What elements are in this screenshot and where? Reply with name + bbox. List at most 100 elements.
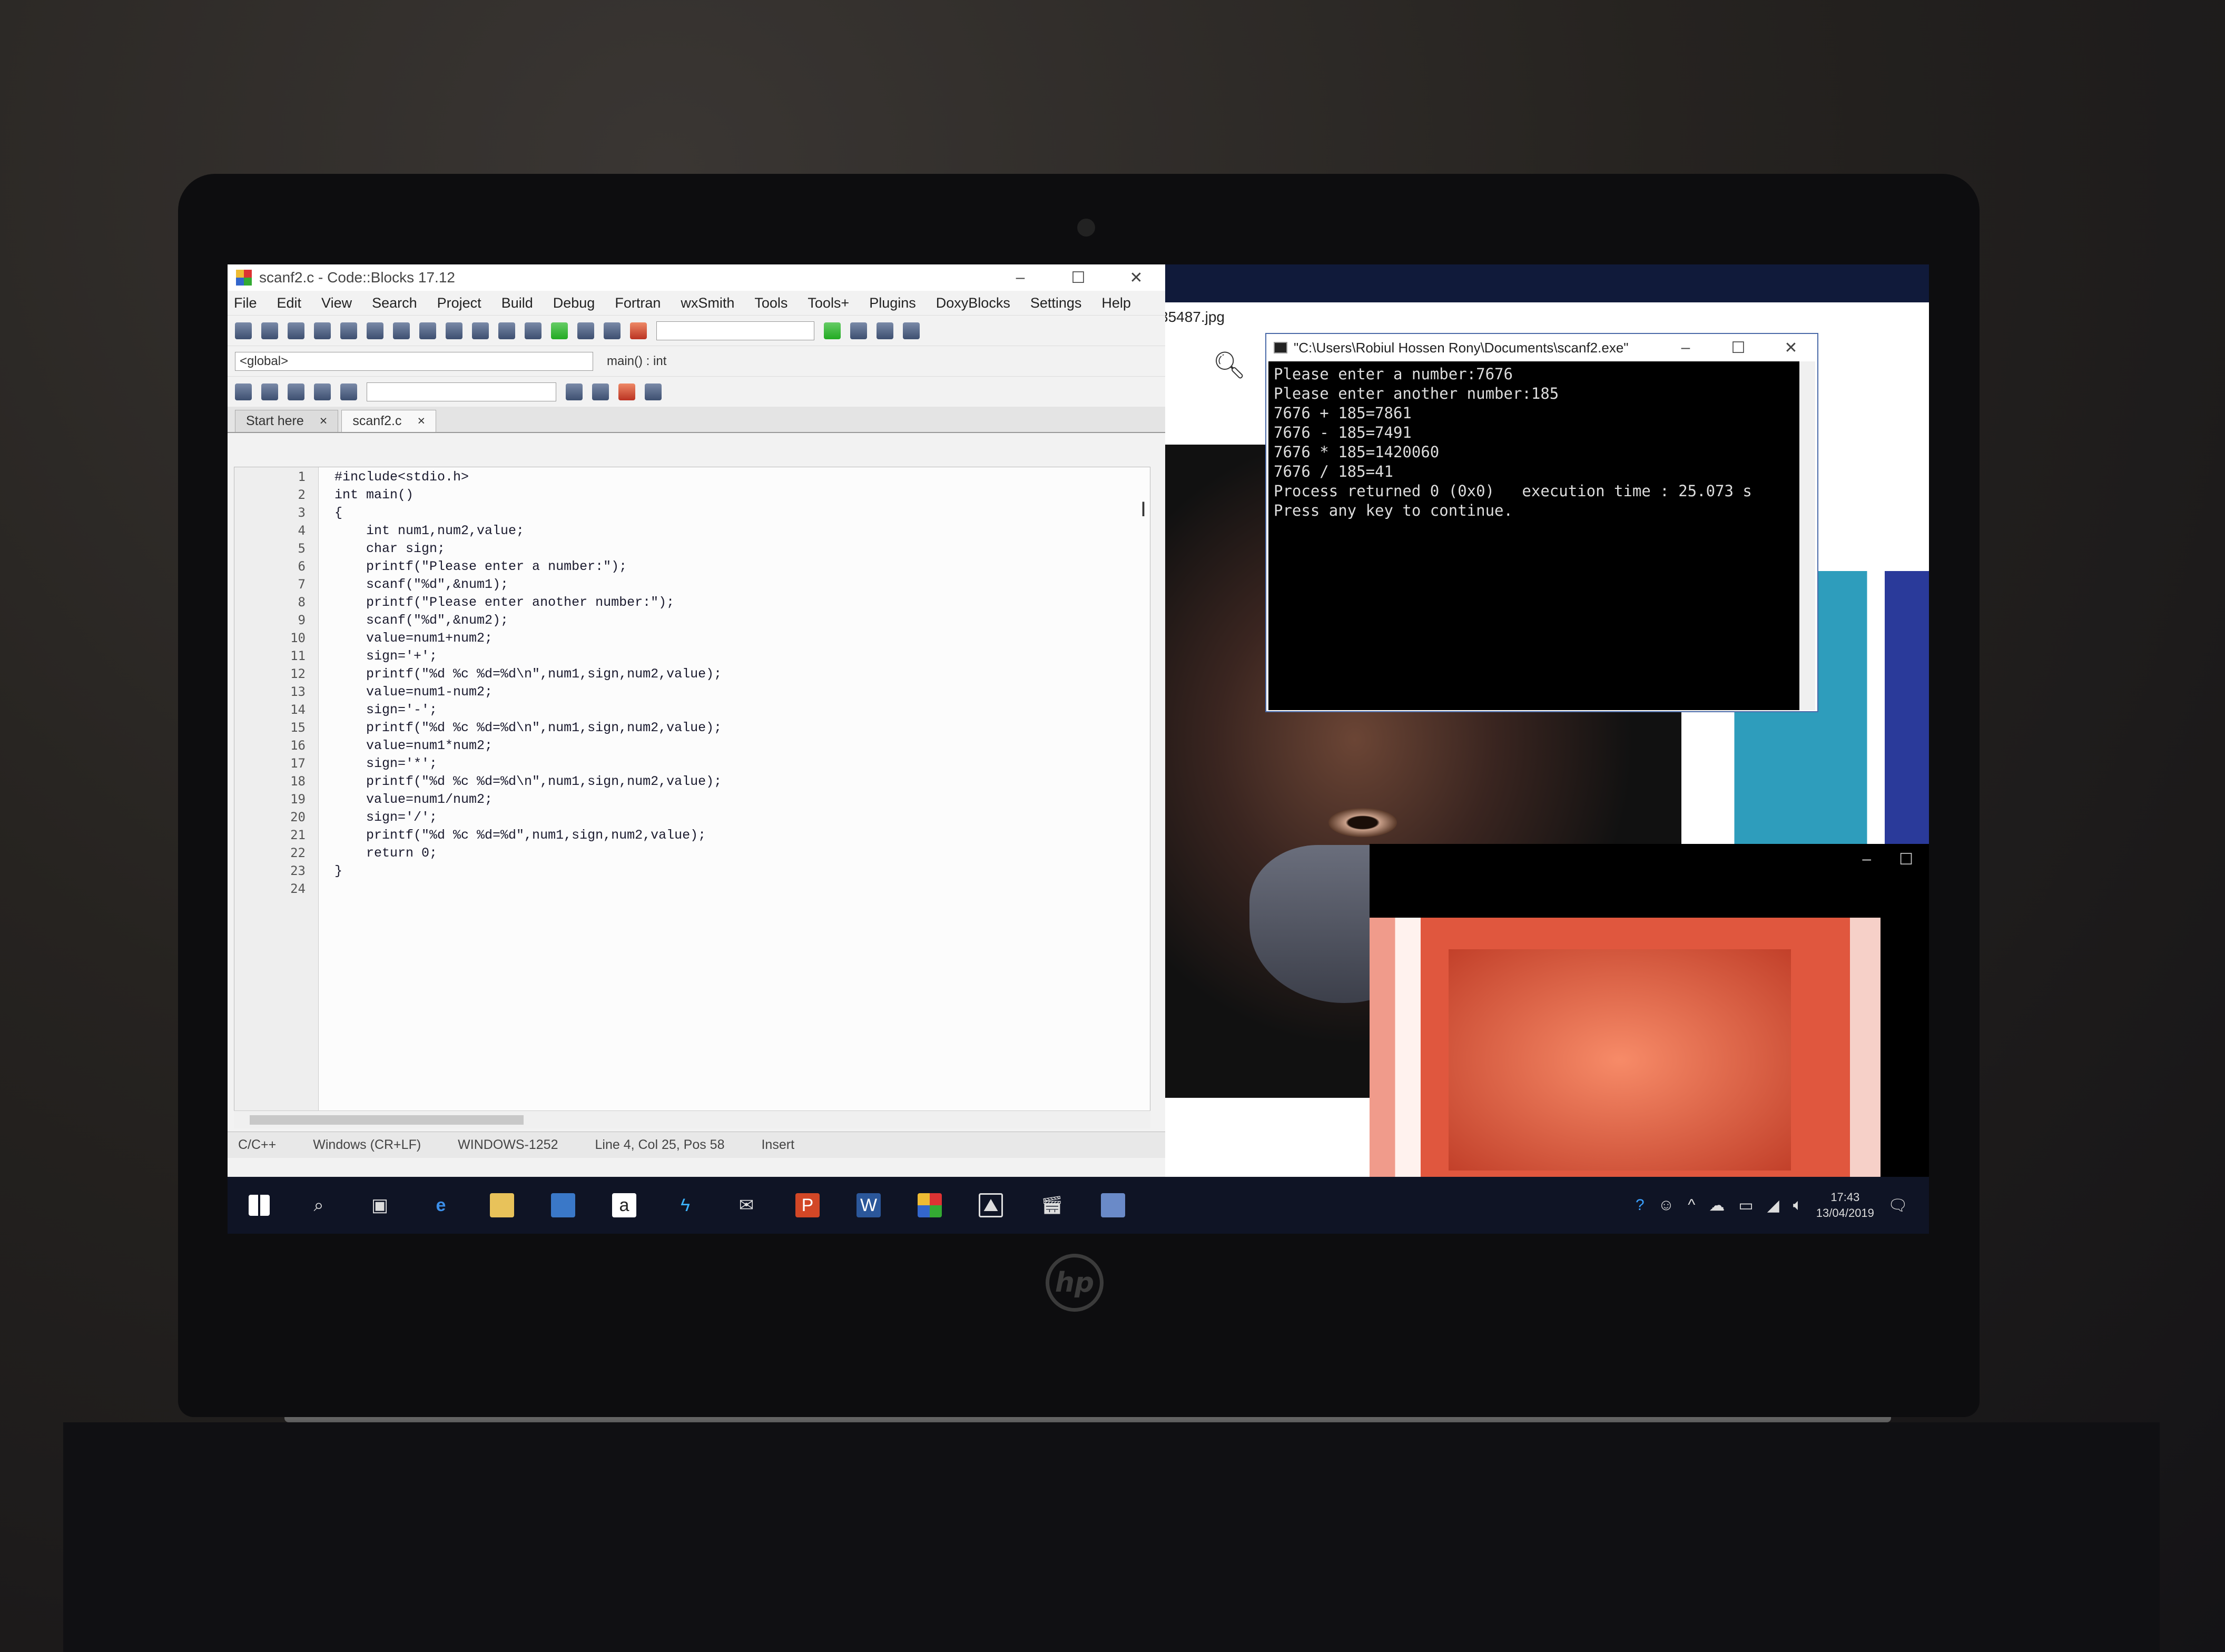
cut-icon[interactable] — [393, 322, 410, 339]
search-combo[interactable] — [367, 382, 556, 401]
tab-scanf2[interactable]: scanf2.c × — [341, 410, 437, 432]
wifi-icon[interactable]: ◢ — [1767, 1196, 1779, 1215]
menu-edit[interactable]: Edit — [277, 295, 302, 311]
file-explorer-icon[interactable] — [490, 1193, 514, 1217]
menu-settings[interactable]: Settings — [1030, 295, 1082, 311]
menu-search[interactable]: Search — [372, 295, 417, 311]
menu-bar: File Edit View Search Project Build Debu… — [228, 291, 1165, 315]
menu-project[interactable]: Project — [437, 295, 481, 311]
doxy-icon[interactable] — [235, 383, 252, 400]
menu-plugins[interactable]: Plugins — [869, 295, 916, 311]
mail-icon[interactable]: ✉ — [734, 1193, 759, 1217]
ide-titlebar[interactable]: scanf2.c - Code::Blocks 17.12 – ☐ ✕ — [228, 264, 1165, 291]
codeblocks-window[interactable]: scanf2.c - Code::Blocks 17.12 – ☐ ✕ File… — [228, 264, 1165, 1177]
close-icon[interactable]: ✕ — [1107, 269, 1165, 287]
movies-icon[interactable]: 🎬︎ — [1040, 1193, 1064, 1217]
help-icon[interactable]: ? — [1636, 1196, 1645, 1214]
debug-run-icon[interactable] — [824, 322, 841, 339]
copy-icon[interactable] — [419, 322, 436, 339]
maximize-icon[interactable]: ☐ — [1049, 269, 1107, 287]
console-output[interactable]: Please enter a number:7676 Please enter … — [1268, 361, 1800, 710]
save-icon[interactable] — [288, 322, 304, 339]
console-window[interactable]: "C:\Users\Robiul Hossen Rony\Documents\s… — [1265, 333, 1818, 712]
wrench-icon[interactable] — [340, 383, 357, 400]
step-into-icon[interactable] — [850, 322, 867, 339]
paste-icon[interactable] — [446, 322, 462, 339]
start-windows-icon[interactable] — [249, 1195, 270, 1216]
redo-icon[interactable] — [367, 322, 383, 339]
save-all-icon[interactable] — [314, 322, 331, 339]
console-scrollbar[interactable] — [1799, 361, 1815, 710]
menu-doxyblocks[interactable]: DoxyBlocks — [936, 295, 1010, 311]
codeblocks-taskbar-icon[interactable] — [918, 1193, 942, 1217]
minimize-icon[interactable]: – — [1862, 850, 1871, 868]
photos-icon[interactable]: ⛰ — [979, 1193, 1003, 1217]
menu-tools[interactable]: Tools — [754, 295, 787, 311]
lightning-app-icon[interactable]: ϟ — [673, 1193, 697, 1217]
maximize-icon[interactable]: ☐ — [1712, 339, 1765, 357]
build-and-run-icon[interactable] — [577, 322, 594, 339]
zoom-in-icon[interactable]: 🔍︎ — [1213, 350, 1246, 381]
menu-view[interactable]: View — [321, 295, 352, 311]
menu-help[interactable]: Help — [1101, 295, 1131, 311]
scope-combo[interactable]: <global> — [235, 351, 593, 371]
maximize-icon[interactable]: ☐ — [1899, 850, 1913, 869]
close-tab-icon[interactable]: × — [320, 414, 328, 429]
abort-icon[interactable] — [630, 322, 647, 339]
video-titlebar[interactable]: – ☐ — [1370, 844, 1929, 918]
menu-build[interactable]: Build — [501, 295, 533, 311]
volume-icon[interactable]: 🔈︎ — [1793, 1196, 1803, 1214]
function-combo[interactable]: main() : int — [603, 352, 1077, 371]
minimize-icon[interactable]: – — [991, 269, 1049, 287]
onedrive-icon[interactable]: ☁ — [1709, 1196, 1725, 1215]
line-number: 23 — [290, 863, 306, 878]
menu-fortran[interactable]: Fortran — [615, 295, 661, 311]
amazon-icon[interactable]: a — [612, 1193, 636, 1217]
bookmark-prev-icon[interactable] — [288, 383, 304, 400]
open-icon[interactable] — [261, 322, 278, 339]
build-target-combo[interactable] — [656, 321, 814, 340]
menu-debug[interactable]: Debug — [553, 295, 595, 311]
run-icon[interactable] — [551, 322, 568, 339]
undo-icon[interactable] — [340, 322, 357, 339]
comment-icon[interactable] — [261, 383, 278, 400]
scroll-thumb[interactable] — [250, 1115, 524, 1125]
minimize-icon[interactable]: – — [1659, 339, 1712, 357]
close-icon[interactable]: ✕ — [1765, 339, 1817, 357]
task-view-icon[interactable]: ▣ — [368, 1193, 392, 1217]
word-icon[interactable]: W — [856, 1193, 881, 1217]
select-icon[interactable] — [645, 383, 662, 400]
back-icon[interactable] — [566, 383, 583, 400]
clock[interactable]: 17:43 13/04/2019 — [1816, 1189, 1874, 1221]
people-icon[interactable]: ☺ — [1658, 1196, 1675, 1214]
menu-tools-plus[interactable]: Tools+ — [808, 295, 849, 311]
menu-file[interactable]: File — [234, 295, 257, 311]
close-tab-icon[interactable]: × — [418, 414, 426, 429]
menu-wxsmith[interactable]: wxSmith — [681, 295, 734, 311]
new-file-icon[interactable] — [235, 322, 252, 339]
bookmark-next-icon[interactable] — [314, 383, 331, 400]
step-over-icon[interactable] — [877, 322, 893, 339]
store-icon[interactable] — [551, 1193, 575, 1217]
build-icon[interactable] — [525, 322, 542, 339]
horizontal-scrollbar[interactable] — [234, 1110, 1150, 1128]
code-editor[interactable]: 1 2 3 4 5 6 7 8 9 10 11 12 13 14 15 16 17 18 19 20 21 22 23 24 … — [234, 467, 1150, 1120]
powerpoint-icon[interactable]: P — [795, 1193, 820, 1217]
tab-start-here[interactable]: Start here × — [235, 410, 339, 432]
line-number: 16 — [290, 738, 306, 753]
video-player-window[interactable]: – ☐ — [1370, 844, 1929, 1181]
console-titlebar[interactable]: "C:\Users\Robiul Hossen Rony\Documents\s… — [1266, 334, 1817, 361]
status-bar: C/C++ Windows (CR+LF) WINDOWS-1252 Line … — [228, 1132, 1165, 1158]
find-icon[interactable] — [472, 322, 489, 339]
console-taskbar-icon[interactable] — [1101, 1193, 1125, 1217]
step-out-icon[interactable] — [903, 322, 920, 339]
replace-icon[interactable] — [498, 322, 515, 339]
chevron-up-icon[interactable]: ^ — [1688, 1196, 1695, 1214]
highlight-icon[interactable] — [618, 383, 635, 400]
forward-icon[interactable] — [592, 383, 609, 400]
battery-icon[interactable]: ▭ — [1738, 1196, 1753, 1215]
notifications-icon[interactable]: 🗨︎ — [1888, 1196, 1908, 1215]
search-icon[interactable]: ⌕ — [307, 1193, 331, 1217]
rebuild-icon[interactable] — [604, 322, 621, 339]
edge-icon[interactable]: e — [429, 1193, 453, 1217]
